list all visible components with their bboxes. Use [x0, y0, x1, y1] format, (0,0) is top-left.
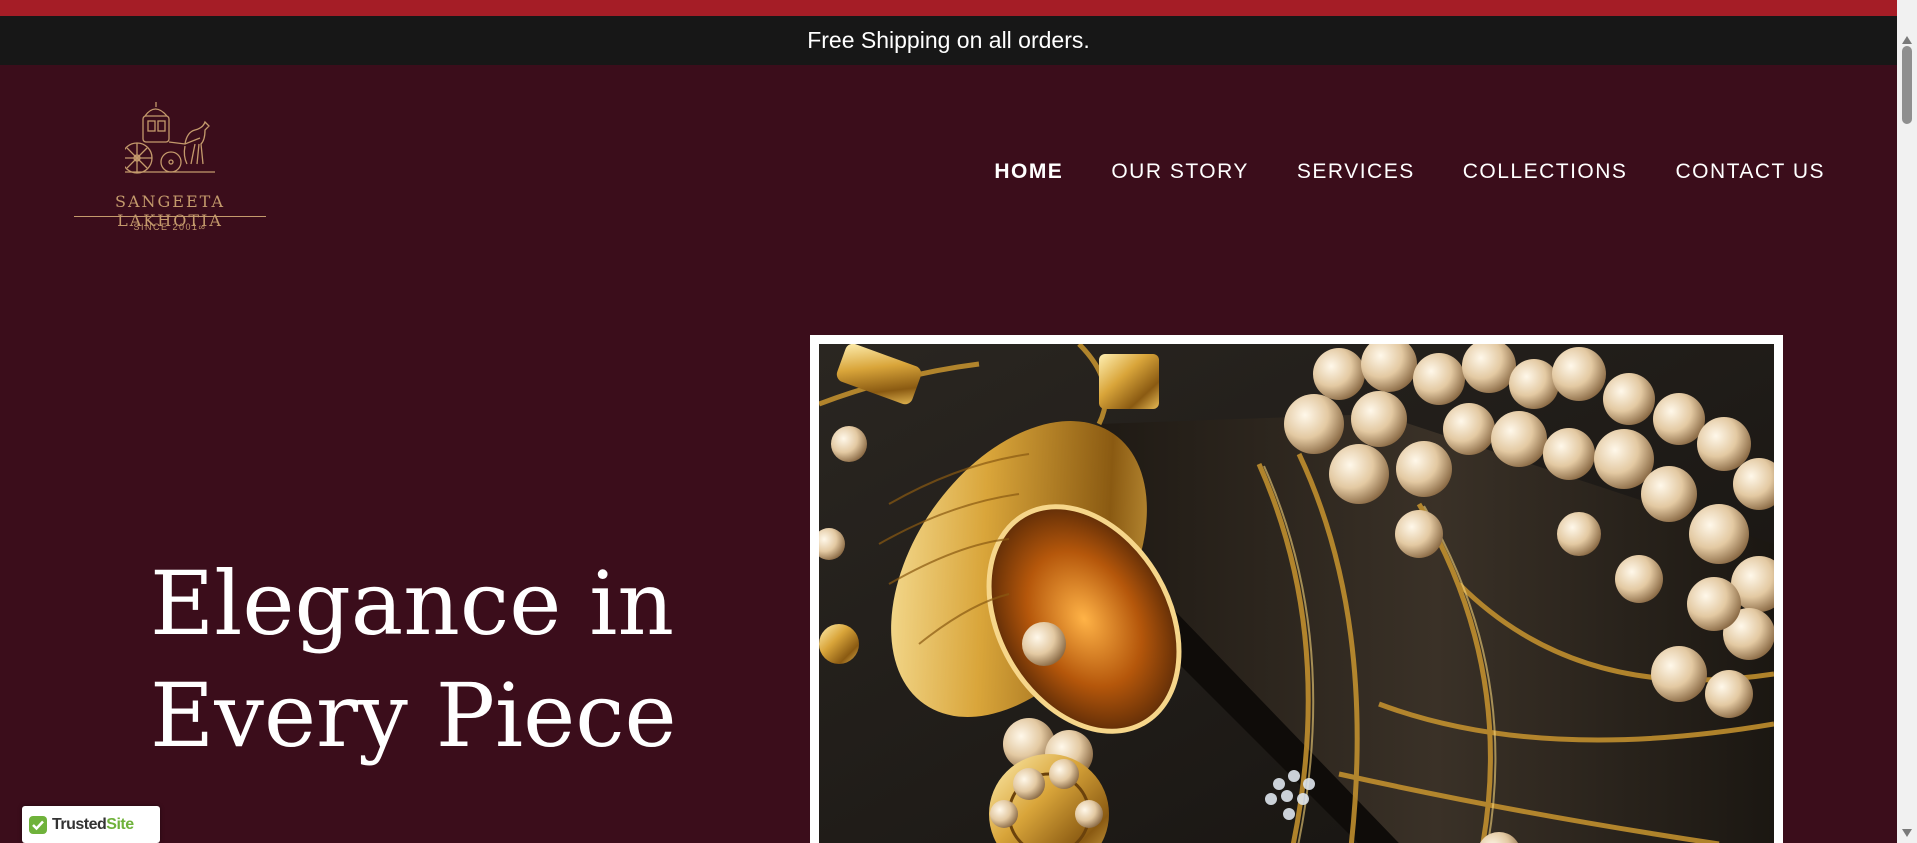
- nav-item-collections[interactable]: COLLECTIONS: [1463, 160, 1628, 184]
- trustedsite-label-part1: Trusted: [52, 815, 107, 833]
- nav-item-our-story[interactable]: OUR STORY: [1111, 160, 1249, 184]
- announcement-bar: Free Shipping on all orders.: [0, 16, 1897, 65]
- hero-title-line1: Elegance in: [150, 552, 675, 655]
- hero-image: [819, 344, 1774, 843]
- brand-logo[interactable]: SANGEETA LAKHOTIA SINCE 2001∞: [70, 100, 270, 240]
- horse-carriage-icon: [125, 102, 215, 174]
- nav-item-services[interactable]: SERVICES: [1297, 160, 1415, 184]
- hero-title-line2: Every Piece: [150, 664, 677, 767]
- jewelry-photo-icon: [819, 344, 1774, 843]
- scrollbar-thumb[interactable]: [1902, 46, 1912, 124]
- check-shield-icon: [29, 815, 47, 834]
- nav-item-home[interactable]: HOME: [994, 160, 1063, 184]
- trustedsite-badge[interactable]: TrustedSite: [22, 806, 160, 843]
- nav-item-contact-us[interactable]: CONTACT US: [1675, 160, 1825, 184]
- hero-image-frame: [810, 335, 1783, 843]
- trustedsite-label: TrustedSite: [52, 816, 134, 834]
- scroll-down-arrow-icon[interactable]: [1897, 823, 1917, 843]
- top-accent-strip: [0, 0, 1897, 16]
- page: Free Shipping on all orders. SANGEETA LA…: [0, 0, 1917, 843]
- brand-divider: [74, 216, 266, 217]
- trustedsite-label-part2: Site: [106, 815, 134, 833]
- announcement-text: Free Shipping on all orders.: [807, 27, 1090, 53]
- hero-title: Elegance in Every Piece: [150, 548, 710, 772]
- main-nav: HOME OUR STORY SERVICES COLLECTIONS CONT…: [994, 160, 1825, 184]
- brand-tagline: SINCE 2001∞: [133, 222, 207, 232]
- vertical-scrollbar[interactable]: [1897, 0, 1917, 843]
